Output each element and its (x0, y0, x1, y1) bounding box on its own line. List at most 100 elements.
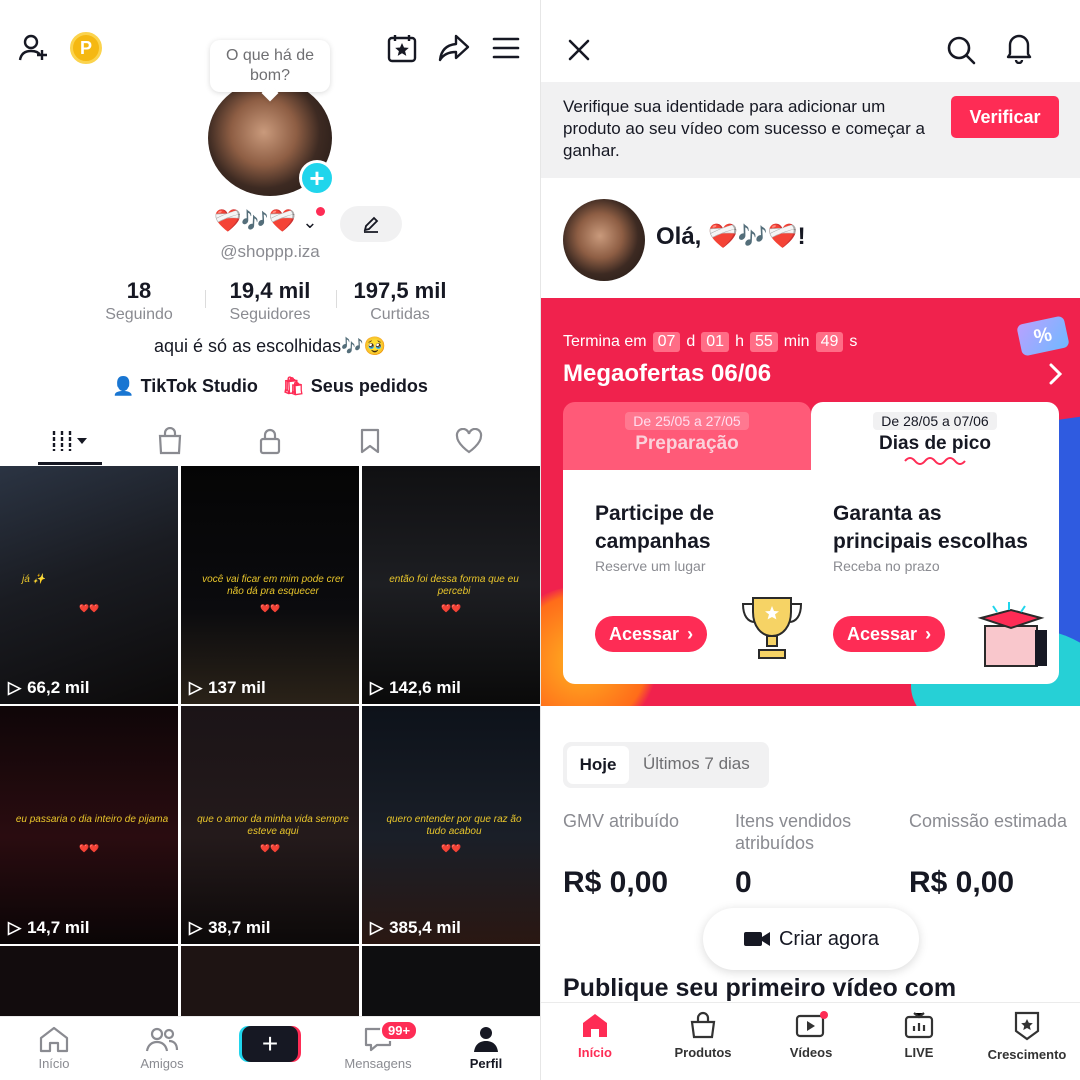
view-count: ▷ 385,4 mil (370, 918, 461, 938)
nav-videos[interactable]: Vídeos (757, 1011, 865, 1060)
close-icon[interactable] (563, 34, 595, 66)
nav-growth[interactable]: Crescimento (973, 1011, 1080, 1062)
view-count-text: 14,7 mil (27, 918, 90, 937)
gift-box-icon (973, 600, 1049, 670)
tab-liked[interactable] (449, 426, 489, 456)
access-label: Acessar (609, 623, 680, 644)
metric-commission: Comissão estimada R$ 0,00 (909, 810, 1069, 899)
video-hearts: ❤️❤️ (441, 604, 461, 613)
divider (336, 290, 337, 308)
tab-shop[interactable] (150, 426, 190, 456)
segment-today[interactable]: Hoje (567, 746, 629, 784)
stat-following[interactable]: 18 Seguindo (98, 278, 180, 324)
avatar[interactable] (563, 199, 645, 281)
profile-links: 👤 TikTok Studio 🛍 Seus pedidos (0, 376, 540, 397)
promo-title[interactable]: Megaofertas 06/06 (563, 360, 771, 388)
menu-icon[interactable] (490, 32, 522, 64)
countdown-minutes: 55 (749, 332, 778, 352)
shopping-bag-icon (158, 427, 182, 455)
video-thumbnail[interactable]: eu passaria o dia inteiro de pijama ❤️❤️… (0, 706, 178, 944)
chevron-right-icon: › (687, 623, 694, 644)
lock-icon (259, 428, 281, 455)
video-thumbnail[interactable]: já ✨ ❤️❤️ ▷ 66,2 mil (0, 466, 178, 704)
tab-saved[interactable] (350, 426, 390, 456)
nav-profile-label: Perfil (469, 1056, 503, 1071)
countdown-unit: s (849, 333, 858, 350)
add-story-icon[interactable]: + (299, 160, 335, 196)
active-tab-indicator (38, 462, 102, 465)
video-thumbnail[interactable]: então foi dessa forma que eu percebi ❤️❤… (362, 466, 540, 704)
choices-block: Garanta as principais escolhas Receba no… (833, 500, 1033, 574)
nav-products[interactable]: Produtos (649, 1011, 757, 1060)
tiktok-studio-label: TikTok Studio (140, 376, 258, 396)
access-campaigns-button[interactable]: Acessar › (595, 616, 708, 652)
create-button[interactable]: + (242, 1026, 298, 1062)
coins-icon[interactable]: P (70, 32, 102, 64)
video-hearts: ❤️❤️ (441, 844, 461, 853)
nav-profile[interactable]: Perfil (446, 1025, 526, 1071)
orders-link[interactable]: 🛍 Seus pedidos (282, 376, 428, 397)
video-thumbnail[interactable]: você vai ficar em mim pode crer não dá p… (181, 466, 359, 704)
video-thumbnail[interactable] (362, 946, 540, 1018)
nav-home[interactable]: Início (541, 1011, 649, 1060)
metric-value: 0 (735, 866, 752, 899)
play-icon: ▷ (189, 678, 203, 697)
video-caption: já ✨ (22, 574, 46, 585)
countdown-seconds: 49 (815, 332, 844, 352)
live-tv-icon (904, 1012, 934, 1039)
share-icon[interactable] (438, 32, 470, 64)
chevron-down-icon[interactable]: ⌄ (302, 212, 317, 232)
nav-home[interactable]: Início (14, 1025, 94, 1071)
tab-videos-grid[interactable] (48, 426, 92, 456)
metric-label: GMV atribuído (563, 811, 680, 831)
video-thumbnail[interactable] (181, 946, 359, 1018)
notice-text: Verifique sua identidade para adicionar … (563, 97, 925, 160)
video-hearts: ❤️❤️ (79, 844, 99, 853)
view-count-text: 385,4 mil (389, 918, 461, 937)
calendar-icon[interactable] (386, 32, 418, 64)
nickname-text: ❤️‍🩹🎶❤️‍🩹 (214, 208, 297, 233)
nav-live[interactable]: LIVE (865, 1011, 973, 1060)
basket-icon (690, 1011, 716, 1039)
stat-likes[interactable]: 197,5 mil Curtidas (346, 278, 454, 324)
verify-button[interactable]: Verificar (951, 96, 1059, 138)
search-icon[interactable] (945, 34, 977, 66)
nav-home-label: Início (38, 1056, 70, 1071)
creator-center-pane: Verifique sua identidade para adicionar … (540, 0, 1080, 1080)
view-count: ▷ 142,6 mil (370, 678, 461, 698)
add-friend-icon[interactable] (18, 32, 50, 64)
segment-last-7-days[interactable]: Últimos 7 dias (643, 754, 750, 774)
metric-items-sold: Itens vendidos atribuídos 0 (735, 810, 895, 899)
video-hearts: ❤️❤️ (260, 604, 280, 613)
play-icon: ▷ (189, 918, 203, 937)
view-count-text: 38,7 mil (208, 918, 271, 937)
play-icon: ▷ (370, 918, 384, 937)
notification-dot (316, 207, 325, 216)
nav-messages-label: Mensagens (344, 1056, 412, 1071)
edit-profile-button[interactable] (340, 206, 402, 242)
access-choices-button[interactable]: Acessar › (833, 616, 946, 652)
tab-peak-days[interactable]: De 28/05 a 07/06 Dias de pico (811, 402, 1059, 474)
tab-private[interactable] (250, 426, 290, 456)
profile-icon (474, 1027, 498, 1052)
bell-icon[interactable] (1003, 32, 1035, 64)
chevron-right-icon[interactable] (1047, 362, 1063, 386)
nickname[interactable]: ❤️‍🩹🎶❤️‍🩹 ⌄ (214, 208, 317, 234)
nav-friends[interactable]: Amigos (122, 1025, 202, 1071)
greeting: Olá, ❤️‍🩹🎶❤️‍🩹! (656, 223, 806, 250)
followers-count: 19,4 mil (229, 278, 311, 303)
campaigns-title: Participe de campanhas (595, 502, 715, 553)
tiktok-studio-link[interactable]: 👤 TikTok Studio (112, 376, 258, 397)
video-thumbnail[interactable]: quero entender por que raz ão tudo acabo… (362, 706, 540, 944)
video-thumbnail[interactable]: que o amor da minha vida sempre esteve a… (181, 706, 359, 944)
tab-preparation[interactable]: De 25/05 a 27/05 Preparação (563, 402, 811, 470)
section-heading: Publique seu primeiro vídeo com (563, 974, 957, 1002)
view-count: ▷ 66,2 mil (8, 678, 89, 698)
play-icon: ▷ (370, 678, 384, 697)
countdown-label: Termina em (563, 333, 647, 350)
create-now-button[interactable]: Criar agora (703, 908, 919, 970)
status-bubble[interactable]: O que há de bom? (210, 40, 330, 92)
stat-followers[interactable]: 19,4 mil Seguidores (214, 278, 326, 324)
nav-products-label: Produtos (674, 1045, 732, 1060)
video-thumbnail[interactable] (0, 946, 178, 1018)
